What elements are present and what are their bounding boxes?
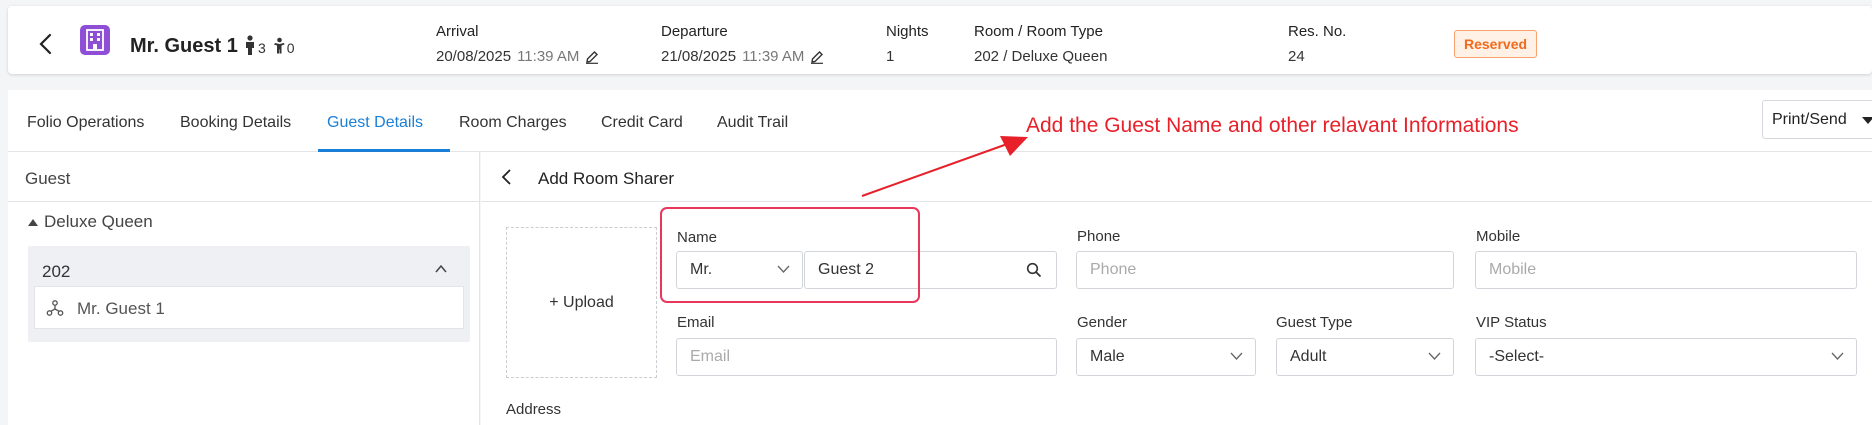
print-send-label: Print/Send (1772, 111, 1847, 128)
email-label: Email (677, 314, 715, 331)
collapse-triangle-icon (28, 218, 38, 226)
tab-room-charges[interactable]: Room Charges (459, 114, 567, 132)
room-type-group[interactable]: Deluxe Queen (28, 212, 153, 232)
guest-panel: Guest Deluxe Queen 202 Mr. Guest 1 (8, 152, 480, 425)
caret-down-icon (1862, 117, 1872, 124)
departure-time: 11:39 AM (742, 48, 805, 65)
panel-title: Add Room Sharer (538, 169, 675, 188)
tab-credit-card[interactable]: Credit Card (601, 114, 683, 132)
tab-booking-details[interactable]: Booking Details (180, 114, 291, 132)
back-arrow-icon[interactable] (36, 32, 56, 56)
resno-value: 24 (1288, 48, 1305, 65)
room-card: 202 Mr. Guest 1 (28, 246, 470, 342)
guest-name: Mr. Guest 1 (130, 35, 238, 57)
address-label: Address (506, 401, 562, 418)
reservation-header: Mr. Guest 1 3 0 Arrival 20/08/2025 11:39… (8, 6, 1872, 74)
edit-departure-icon[interactable] (810, 50, 824, 64)
tab-audit-trail[interactable]: Audit Trail (717, 114, 788, 132)
status-badge: Reserved (1454, 30, 1538, 58)
gender-label: Gender (1077, 314, 1128, 331)
guest-panel-title: Guest (8, 152, 479, 202)
vip-status-label: VIP Status (1476, 314, 1547, 331)
phone-input[interactable]: Phone (1076, 251, 1454, 289)
sharer-network-icon (46, 300, 64, 316)
mobile-label: Mobile (1476, 228, 1521, 245)
guest-type-label: Guest Type (1276, 314, 1353, 331)
departure-label: Departure (661, 23, 728, 40)
nights-block: Nights 1 (886, 23, 929, 65)
vip-status-select[interactable]: -Select- (1475, 338, 1857, 376)
room-label: Room / Room Type (974, 23, 1103, 40)
upload-photo-button[interactable]: + Upload (506, 227, 657, 378)
nights-label: Nights (886, 23, 929, 40)
resno-label: Res. No. (1288, 23, 1347, 40)
tab-folio-operations[interactable]: Folio Operations (27, 114, 144, 132)
chevron-up-icon[interactable] (434, 262, 448, 276)
print-send-button[interactable]: Print/Send (1762, 100, 1872, 139)
sharer-list-item[interactable]: Mr. Guest 1 (34, 286, 464, 329)
edit-arrival-icon[interactable] (585, 50, 599, 64)
pax-count: 3 0 (244, 34, 301, 56)
mobile-input[interactable]: Mobile (1475, 251, 1857, 289)
gender-select[interactable]: Male (1076, 338, 1256, 376)
room-number: 202 (42, 262, 71, 281)
email-input[interactable]: Email (676, 338, 1057, 376)
adult-count: 3 (258, 40, 266, 56)
departure-date: 21/08/2025 (661, 48, 737, 65)
annotation-arrow-icon (861, 136, 1028, 197)
phone-label: Phone (1077, 228, 1121, 245)
chevron-down-icon (1831, 352, 1844, 360)
resno-block: Res. No. 24 (1288, 23, 1346, 65)
room-block: Room / Room Type 202 / Deluxe Queen (974, 23, 1107, 65)
guest-type-select[interactable]: Adult (1276, 338, 1454, 376)
chevron-down-icon (1428, 352, 1441, 360)
room-value: 202 / Deluxe Queen (974, 48, 1108, 65)
search-icon[interactable] (1026, 262, 1042, 278)
departure-block: Departure 21/08/2025 11:39 AM (661, 23, 824, 65)
chevron-down-icon (1230, 352, 1243, 360)
panel-header: Add Room Sharer (481, 152, 1872, 202)
annotation-highlight-box (660, 207, 920, 303)
tab-guest-details[interactable]: Guest Details (327, 114, 423, 132)
child-count: 0 (286, 40, 295, 56)
sharer-name: Mr. Guest 1 (77, 299, 165, 318)
adult-icon (246, 35, 254, 55)
back-arrow-icon[interactable] (499, 167, 513, 187)
annotation-text: Add the Guest Name and other relavant In… (1026, 114, 1519, 137)
arrival-block: Arrival 20/08/2025 11:39 AM (436, 23, 599, 65)
nights-value: 1 (886, 48, 895, 65)
vip-status-value: -Select- (1489, 348, 1545, 365)
arrival-time: 11:39 AM (517, 48, 580, 65)
child-icon (273, 37, 285, 53)
arrival-label: Arrival (436, 23, 479, 40)
hotel-building-icon (80, 25, 110, 55)
room-type-label: Deluxe Queen (44, 212, 153, 231)
gender-value: Male (1090, 348, 1125, 365)
arrival-date: 20/08/2025 (436, 48, 512, 65)
guest-type-value: Adult (1290, 348, 1327, 365)
